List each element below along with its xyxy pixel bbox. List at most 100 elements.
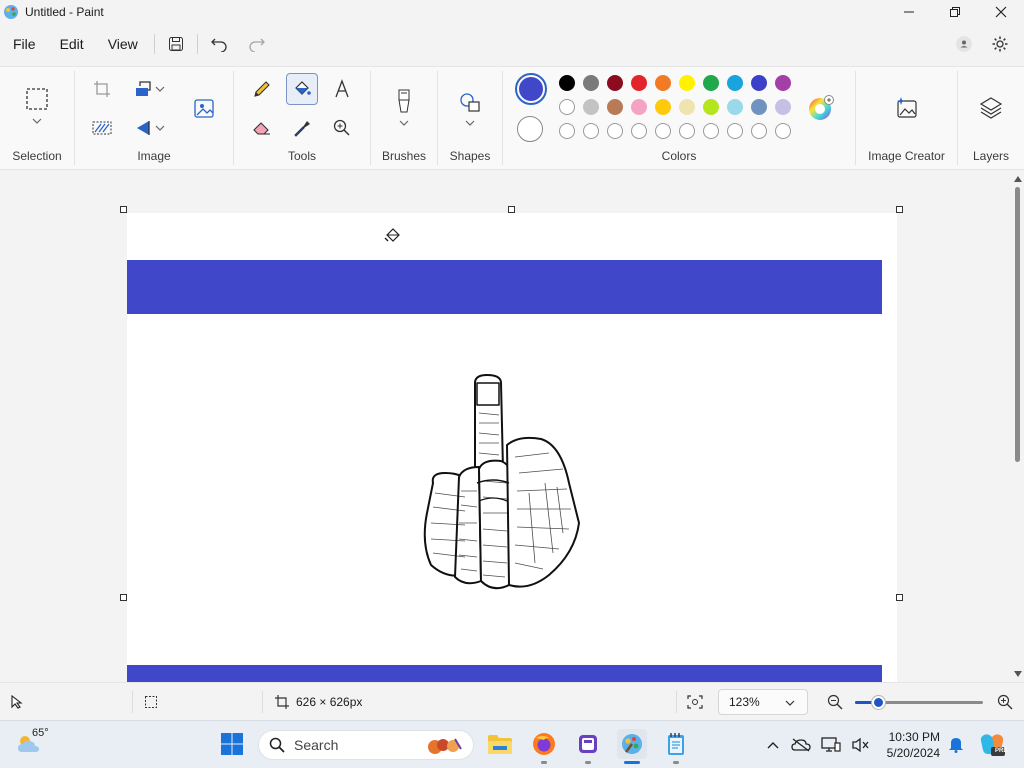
color-picker-button[interactable] — [286, 112, 318, 144]
weather-widget[interactable]: 65° — [16, 727, 76, 759]
onedrive-button[interactable] — [786, 730, 816, 760]
fit-to-window-button[interactable] — [684, 691, 706, 713]
rotate-dropdown[interactable] — [153, 112, 167, 144]
primary-color-swatch[interactable] — [515, 73, 547, 105]
notepad-icon — [668, 733, 684, 755]
zoom-slider[interactable] — [855, 696, 983, 709]
select-all-pattern-button[interactable] — [86, 112, 118, 144]
palette-color-swatch[interactable] — [727, 75, 743, 91]
palette-color-swatch[interactable] — [631, 99, 647, 115]
shapes-dropdown[interactable] — [454, 115, 486, 131]
network-button[interactable] — [816, 730, 846, 760]
custom-color-slot[interactable] — [679, 123, 695, 139]
custom-color-slot[interactable] — [559, 123, 575, 139]
edit-colors-button[interactable] — [805, 92, 837, 124]
brushes-button[interactable] — [388, 85, 420, 117]
menu-view[interactable]: View — [96, 29, 150, 59]
resize-handle-top-right[interactable] — [896, 206, 903, 213]
minimize-button[interactable] — [886, 0, 932, 24]
menu-edit[interactable]: Edit — [48, 29, 96, 59]
palette-color-swatch[interactable] — [679, 99, 695, 115]
resize-handle-middle-left[interactable] — [120, 594, 127, 601]
text-button[interactable] — [326, 73, 358, 105]
settings-button[interactable] — [985, 29, 1015, 59]
scrollbar-thumb[interactable] — [1015, 187, 1020, 462]
image-group-label: Image — [137, 149, 171, 163]
resize-handle-top-center[interactable] — [508, 206, 515, 213]
palette-color-swatch[interactable] — [655, 75, 671, 91]
palette-color-swatch[interactable] — [607, 99, 623, 115]
menu-file[interactable]: File — [1, 29, 48, 59]
palette-color-swatch[interactable] — [727, 99, 743, 115]
taskbar-clock[interactable]: 10:30 PM 5/20/2024 — [887, 729, 940, 761]
show-hidden-icons-button[interactable] — [760, 730, 786, 760]
brushes-group-label: Brushes — [381, 149, 427, 163]
palette-color-swatch[interactable] — [583, 99, 599, 115]
magnifier-button[interactable] — [326, 112, 358, 144]
start-button[interactable] — [217, 729, 247, 759]
volume-button[interactable] — [846, 730, 874, 760]
zoom-select[interactable]: 123% — [718, 689, 808, 715]
palette-color-swatch[interactable] — [751, 99, 767, 115]
eraser-button[interactable] — [246, 112, 278, 144]
undo-button[interactable] — [204, 29, 234, 59]
redo-button[interactable] — [242, 29, 272, 59]
pencil-icon — [254, 81, 270, 97]
taskbar-notepad[interactable] — [661, 729, 691, 759]
image-creator-button[interactable] — [891, 92, 923, 124]
maximize-button[interactable] — [932, 0, 978, 24]
gear-icon — [992, 36, 1008, 52]
taskbar-app[interactable] — [573, 729, 603, 759]
palette-color-swatch[interactable] — [679, 75, 695, 91]
account-button[interactable] — [949, 29, 979, 59]
selection-dropdown[interactable] — [21, 111, 53, 131]
secondary-color-swatch[interactable] — [517, 116, 543, 142]
redo-icon — [249, 38, 265, 52]
custom-color-slot[interactable] — [655, 123, 671, 139]
zoom-in-button[interactable] — [994, 691, 1016, 713]
custom-color-slot[interactable] — [583, 123, 599, 139]
copilot-button[interactable]: PRE — [977, 729, 1007, 759]
palette-color-swatch[interactable] — [655, 99, 671, 115]
palette-color-swatch[interactable] — [631, 75, 647, 91]
palette-color-swatch[interactable] — [703, 99, 719, 115]
taskbar-firefox[interactable] — [529, 729, 559, 759]
custom-color-slot[interactable] — [775, 123, 791, 139]
palette-color-swatch[interactable] — [583, 75, 599, 91]
scroll-up-icon — [1014, 176, 1022, 182]
palette-color-swatch[interactable] — [559, 99, 575, 115]
taskbar-search[interactable]: Search — [258, 730, 474, 760]
custom-color-slot[interactable] — [607, 123, 623, 139]
resize-dropdown[interactable] — [153, 73, 167, 105]
save-button[interactable] — [161, 29, 191, 59]
canvas[interactable] — [127, 213, 897, 682]
resize-handle-top-left[interactable] — [120, 206, 127, 213]
taskbar-paint[interactable] — [617, 729, 647, 759]
custom-color-slot[interactable] — [751, 123, 767, 139]
taskbar-file-explorer[interactable] — [485, 729, 515, 759]
palette-color-swatch[interactable] — [775, 75, 791, 91]
close-button[interactable] — [978, 0, 1024, 24]
resize-handle-middle-right[interactable] — [896, 594, 903, 601]
crop-button[interactable] — [86, 73, 118, 105]
vertical-scrollbar[interactable] — [1012, 171, 1024, 682]
remove-background-button[interactable] — [188, 92, 220, 124]
palette-color-swatch[interactable] — [775, 99, 791, 115]
rotate-icon — [137, 121, 150, 135]
zoom-slider-thumb[interactable] — [872, 696, 885, 709]
palette-color-swatch[interactable] — [559, 75, 575, 91]
palette-color-swatch[interactable] — [751, 75, 767, 91]
canvas-area[interactable] — [0, 171, 1012, 682]
brushes-dropdown[interactable] — [388, 115, 420, 131]
custom-color-slot[interactable] — [631, 123, 647, 139]
custom-color-slot[interactable] — [703, 123, 719, 139]
layers-button[interactable] — [975, 92, 1007, 124]
zoom-value: 123% — [729, 695, 760, 709]
palette-color-swatch[interactable] — [607, 75, 623, 91]
custom-color-slot[interactable] — [727, 123, 743, 139]
pencil-button[interactable] — [246, 73, 278, 105]
palette-color-swatch[interactable] — [703, 75, 719, 91]
fill-button[interactable] — [286, 73, 318, 105]
zoom-out-button[interactable] — [824, 691, 846, 713]
notifications-button[interactable] — [944, 729, 968, 759]
